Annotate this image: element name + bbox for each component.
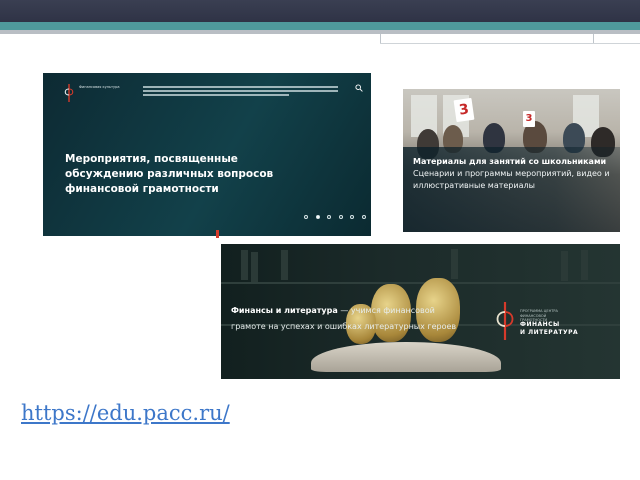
book-spine xyxy=(241,250,248,280)
book-spine xyxy=(251,252,258,282)
card-caption-bold: Материалы для занятий со школьниками xyxy=(413,157,607,166)
open-book xyxy=(311,342,501,372)
carousel-dot[interactable] xyxy=(327,215,332,219)
number-sign: 3 xyxy=(453,97,475,123)
carousel-dot[interactable] xyxy=(350,215,355,219)
book-spine xyxy=(561,251,568,281)
header-divider xyxy=(380,43,640,44)
book-spine xyxy=(581,250,588,280)
logo-title-line2: И ЛИТЕРАТУРА xyxy=(520,329,579,336)
nav-line[interactable] xyxy=(143,94,290,96)
logo-title: ФИНАНСЫ И ЛИТЕРАТУРА xyxy=(520,321,578,337)
logo-text: Финансовая культура xyxy=(79,85,120,89)
school-materials-card[interactable]: 3 3 Материалы для занятий со школьниками… xyxy=(403,89,620,232)
logo-icon xyxy=(64,84,74,102)
top-bar xyxy=(0,0,640,22)
finance-literature-banner[interactable]: Финансы и литература — учимся финансовой… xyxy=(221,244,620,379)
bookshelf-line xyxy=(221,282,620,284)
banner-caption-bold: Финансы и литература xyxy=(231,306,338,315)
card-caption: Материалы для занятий со школьниками Сце… xyxy=(413,156,613,192)
card-caption-text: Сценарии и программы мероприятий, видео … xyxy=(413,169,610,190)
red-accent-mark xyxy=(216,230,219,238)
nav-line[interactable] xyxy=(143,86,338,88)
search-icon[interactable] xyxy=(355,84,363,92)
number-sign: 3 xyxy=(523,111,535,127)
site-link[interactable]: https://edu.pacc.ru/ xyxy=(21,401,230,425)
banner-caption: Финансы и литература — учимся финансовой… xyxy=(231,303,471,335)
logo-title-line1: ФИНАНСЫ xyxy=(520,321,560,328)
carousel-dot[interactable] xyxy=(338,215,343,219)
carousel-dot[interactable] xyxy=(361,215,366,219)
carousel-dot-active[interactable] xyxy=(315,215,320,219)
site-navigation[interactable] xyxy=(143,86,338,99)
carousel-indicators[interactable] xyxy=(304,215,366,221)
logo-icon xyxy=(496,302,514,340)
book-spine xyxy=(281,250,288,280)
events-banner[interactable]: Финансовая культура Мероприятия, посвяще… xyxy=(43,73,371,236)
banner-title: Мероприятия, посвященные обсуждению разл… xyxy=(65,153,274,195)
teal-stripe xyxy=(0,22,640,30)
carousel-dot[interactable] xyxy=(304,215,308,219)
nav-line[interactable] xyxy=(143,90,338,92)
book-spine xyxy=(451,249,458,279)
